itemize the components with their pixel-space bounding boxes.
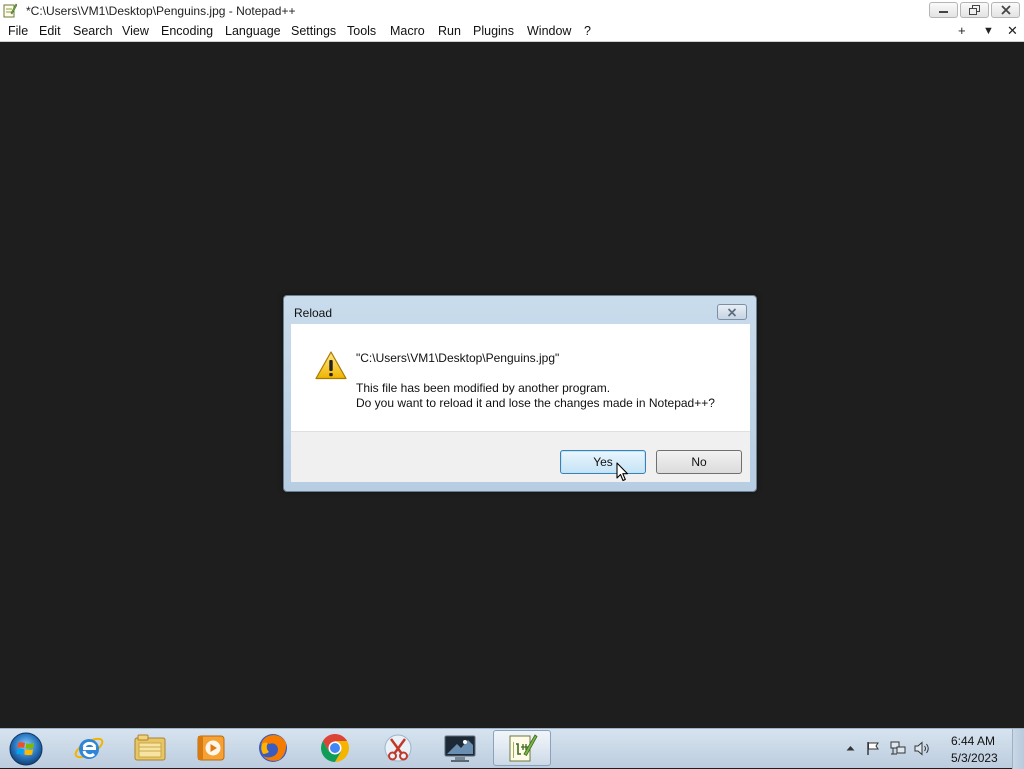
dialog-button-area: Yes No — [291, 431, 750, 482]
action-center-flag-icon[interactable] — [866, 741, 880, 756]
menu-edit[interactable]: Edit — [39, 24, 61, 38]
show-desktop-button[interactable] — [1012, 729, 1024, 769]
notepadpp-icon — [3, 3, 17, 18]
taskbar-file-explorer[interactable] — [121, 730, 179, 766]
menu-plugins[interactable]: Plugins — [473, 24, 514, 38]
snipping-tool-icon — [384, 734, 412, 762]
minimize-button[interactable] — [929, 2, 958, 18]
menu-macro[interactable]: Macro — [390, 24, 425, 38]
menu-file[interactable]: File — [8, 24, 28, 38]
window-title: *C:\Users\VM1\Desktop\Penguins.jpg - Not… — [26, 4, 296, 18]
menu-help[interactable]: ? — [584, 24, 591, 38]
menu-search[interactable]: Search — [73, 24, 113, 38]
taskbar-snipping-tool[interactable] — [369, 730, 427, 766]
title-bar: *C:\Users\VM1\Desktop\Penguins.jpg - Not… — [0, 0, 1024, 23]
tab-list-button[interactable]: ▼ — [983, 25, 994, 37]
firefox-icon — [259, 734, 287, 762]
menu-window[interactable]: Window — [527, 24, 571, 38]
taskbar-internet-explorer[interactable] — [60, 730, 118, 766]
mouse-pointer-icon — [616, 462, 629, 482]
menu-encoding[interactable]: Encoding — [161, 24, 213, 38]
close-icon — [1000, 5, 1011, 15]
warning-icon — [315, 351, 347, 380]
menu-bar: File Edit Search View Encoding Language … — [0, 22, 1024, 42]
file-explorer-icon — [134, 734, 166, 761]
message-line-2: Do you want to reload it and lose the ch… — [356, 396, 715, 410]
chrome-icon — [321, 734, 349, 762]
media-player-icon — [197, 735, 225, 761]
restore-button[interactable] — [960, 2, 989, 18]
close-button[interactable] — [991, 2, 1020, 18]
window-controls — [929, 2, 1020, 18]
dialog-message-area: "C:\Users\VM1\Desktop\Penguins.jpg" This… — [291, 324, 750, 431]
taskbar-firefox[interactable] — [244, 730, 302, 766]
clock-date[interactable]: 5/3/2023 — [951, 751, 998, 765]
close-icon — [727, 307, 737, 317]
taskbar-media-player[interactable] — [182, 730, 240, 766]
file-path-text: "C:\Users\VM1\Desktop\Penguins.jpg" — [356, 351, 560, 365]
notepadpp-icon — [509, 734, 538, 762]
close-tab-button[interactable]: ✕ — [1007, 23, 1018, 39]
new-tab-button[interactable]: + — [958, 23, 966, 38]
menu-run[interactable]: Run — [438, 24, 461, 38]
menu-view[interactable]: View — [122, 24, 149, 38]
menu-language[interactable]: Language — [225, 24, 281, 38]
network-icon[interactable] — [890, 741, 906, 756]
no-button[interactable]: No — [656, 450, 742, 474]
volume-icon[interactable] — [914, 741, 930, 756]
start-button[interactable] — [7, 732, 45, 766]
windows-start-icon — [9, 732, 43, 766]
minimize-icon — [939, 11, 948, 13]
menu-settings[interactable]: Settings — [291, 24, 336, 38]
taskbar-remote-desktop[interactable] — [431, 730, 489, 766]
yes-button[interactable]: Yes — [560, 450, 646, 474]
message-line-1: This file has been modified by another p… — [356, 381, 611, 395]
dialog-close-button[interactable] — [717, 304, 747, 320]
taskbar: 6:44 AM 5/3/2023 — [0, 728, 1024, 769]
dialog-title: Reload — [294, 306, 333, 320]
show-hidden-icons-icon[interactable] — [846, 745, 855, 751]
clock-time[interactable]: 6:44 AM — [951, 734, 995, 748]
remote-desktop-icon — [444, 735, 476, 762]
menu-tools[interactable]: Tools — [347, 24, 376, 38]
taskbar-notepadpp[interactable] — [493, 730, 551, 766]
internet-explorer-icon — [74, 737, 104, 759]
reload-dialog: Reload "C:\Users\VM1\Desktop\Penguins.jp… — [283, 295, 757, 492]
taskbar-chrome[interactable] — [306, 730, 364, 766]
restore-icon — [968, 5, 980, 15]
